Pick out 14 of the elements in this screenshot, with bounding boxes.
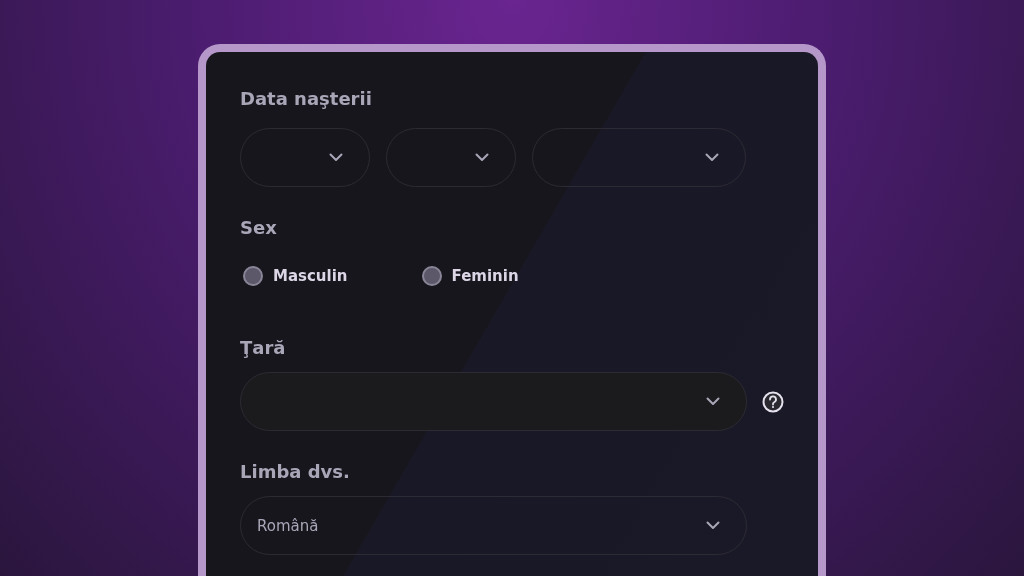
radio-button[interactable] — [421, 266, 442, 286]
help-icon[interactable] — [762, 390, 784, 413]
chevron-down-icon — [329, 153, 343, 162]
radio-label[interactable]: Feminin — [451, 267, 519, 285]
radio-label[interactable]: Masculin — [273, 267, 348, 285]
field-label: Ţară — [240, 337, 286, 358]
chevron-down-icon — [706, 397, 720, 406]
field-label: Data naşterii — [240, 88, 372, 109]
radio-button[interactable] — [243, 266, 263, 286]
chevron-down-icon — [475, 153, 489, 162]
field-label: Limba dvs. — [240, 461, 350, 482]
chevron-down-icon — [705, 153, 719, 162]
chevron-down-icon — [706, 521, 720, 530]
field-label: Sex — [240, 217, 277, 238]
